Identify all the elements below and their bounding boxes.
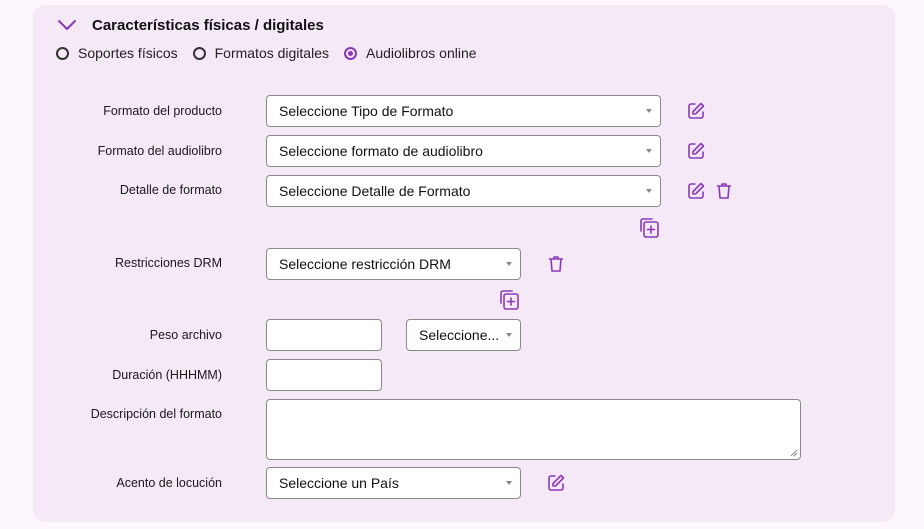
- radio-button[interactable]: [192, 46, 206, 60]
- dropdown-caret-icon: [646, 189, 652, 193]
- peso-archivo-label: Peso archivo: [149, 328, 222, 342]
- dropdown-caret-icon: [646, 149, 652, 153]
- formato-producto-select[interactable]: Seleccione Tipo de Formato: [266, 95, 661, 127]
- select-value: Seleccione...: [419, 327, 500, 343]
- edit-icon[interactable]: [686, 141, 706, 161]
- trash-icon[interactable]: [714, 181, 734, 201]
- radio-button[interactable]: [56, 46, 69, 60]
- add-copy-icon[interactable]: [638, 217, 660, 239]
- radio-formatos-digitales[interactable]: Formatos digitales: [192, 45, 329, 61]
- add-copy-icon[interactable]: [498, 289, 520, 311]
- section-header[interactable]: Características físicas / digitales: [57, 14, 324, 36]
- detalle-formato-select[interactable]: Seleccione Detalle de Formato: [266, 175, 661, 207]
- dropdown-caret-icon: [506, 262, 512, 266]
- formato-audiolibro-select[interactable]: Seleccione formato de audiolibro: [266, 135, 661, 167]
- radio-button-checked[interactable]: [344, 46, 357, 60]
- dropdown-caret-icon: [506, 333, 512, 337]
- section-title: Características físicas / digitales: [92, 16, 324, 34]
- formato-audiolibro-label: Formato del audiolibro: [97, 144, 222, 158]
- radio-label: Formatos digitales: [214, 45, 329, 61]
- peso-archivo-input[interactable]: [266, 319, 382, 351]
- edit-icon[interactable]: [686, 101, 706, 121]
- select-value: Seleccione formato de audiolibro: [279, 143, 483, 159]
- acento-locucion-label: Acento de locución: [116, 476, 222, 490]
- radio-audiolibros-online[interactable]: Audiolibros online: [344, 45, 477, 61]
- restricciones-drm-label: Restricciones DRM: [115, 256, 222, 270]
- chevron-down-icon[interactable]: [57, 18, 77, 32]
- duracion-label: Duración (HHHMM): [112, 368, 222, 382]
- duracion-input[interactable]: [266, 359, 382, 391]
- radio-label: Audiolibros online: [366, 45, 477, 61]
- select-value: Seleccione Detalle de Formato: [279, 183, 471, 199]
- select-value: Seleccione restricción DRM: [279, 256, 451, 272]
- detalle-formato-label: Detalle de formato: [119, 183, 222, 197]
- descripcion-formato-label: Descripción del formato: [90, 407, 222, 421]
- trash-icon[interactable]: [546, 254, 566, 274]
- radio-label: Soportes físicos: [78, 45, 178, 61]
- edit-icon[interactable]: [686, 181, 706, 201]
- resize-grip-icon[interactable]: [790, 449, 798, 457]
- format-type-radio-group: Soportes físicos Formatos digitales Audi…: [56, 45, 492, 61]
- peso-unidad-select[interactable]: Seleccione...: [406, 319, 521, 351]
- dropdown-caret-icon: [646, 109, 652, 113]
- radio-soportes-fisicos[interactable]: Soportes físicos: [56, 45, 178, 61]
- descripcion-formato-textarea[interactable]: [266, 399, 801, 460]
- edit-icon[interactable]: [546, 473, 566, 493]
- dropdown-caret-icon: [506, 481, 512, 485]
- formato-producto-label: Formato del producto: [103, 104, 222, 118]
- restricciones-drm-select[interactable]: Seleccione restricción DRM: [266, 248, 521, 280]
- select-value: Seleccione un País: [279, 475, 399, 491]
- acento-locucion-select[interactable]: Seleccione un País: [266, 467, 521, 499]
- select-value: Seleccione Tipo de Formato: [279, 103, 454, 119]
